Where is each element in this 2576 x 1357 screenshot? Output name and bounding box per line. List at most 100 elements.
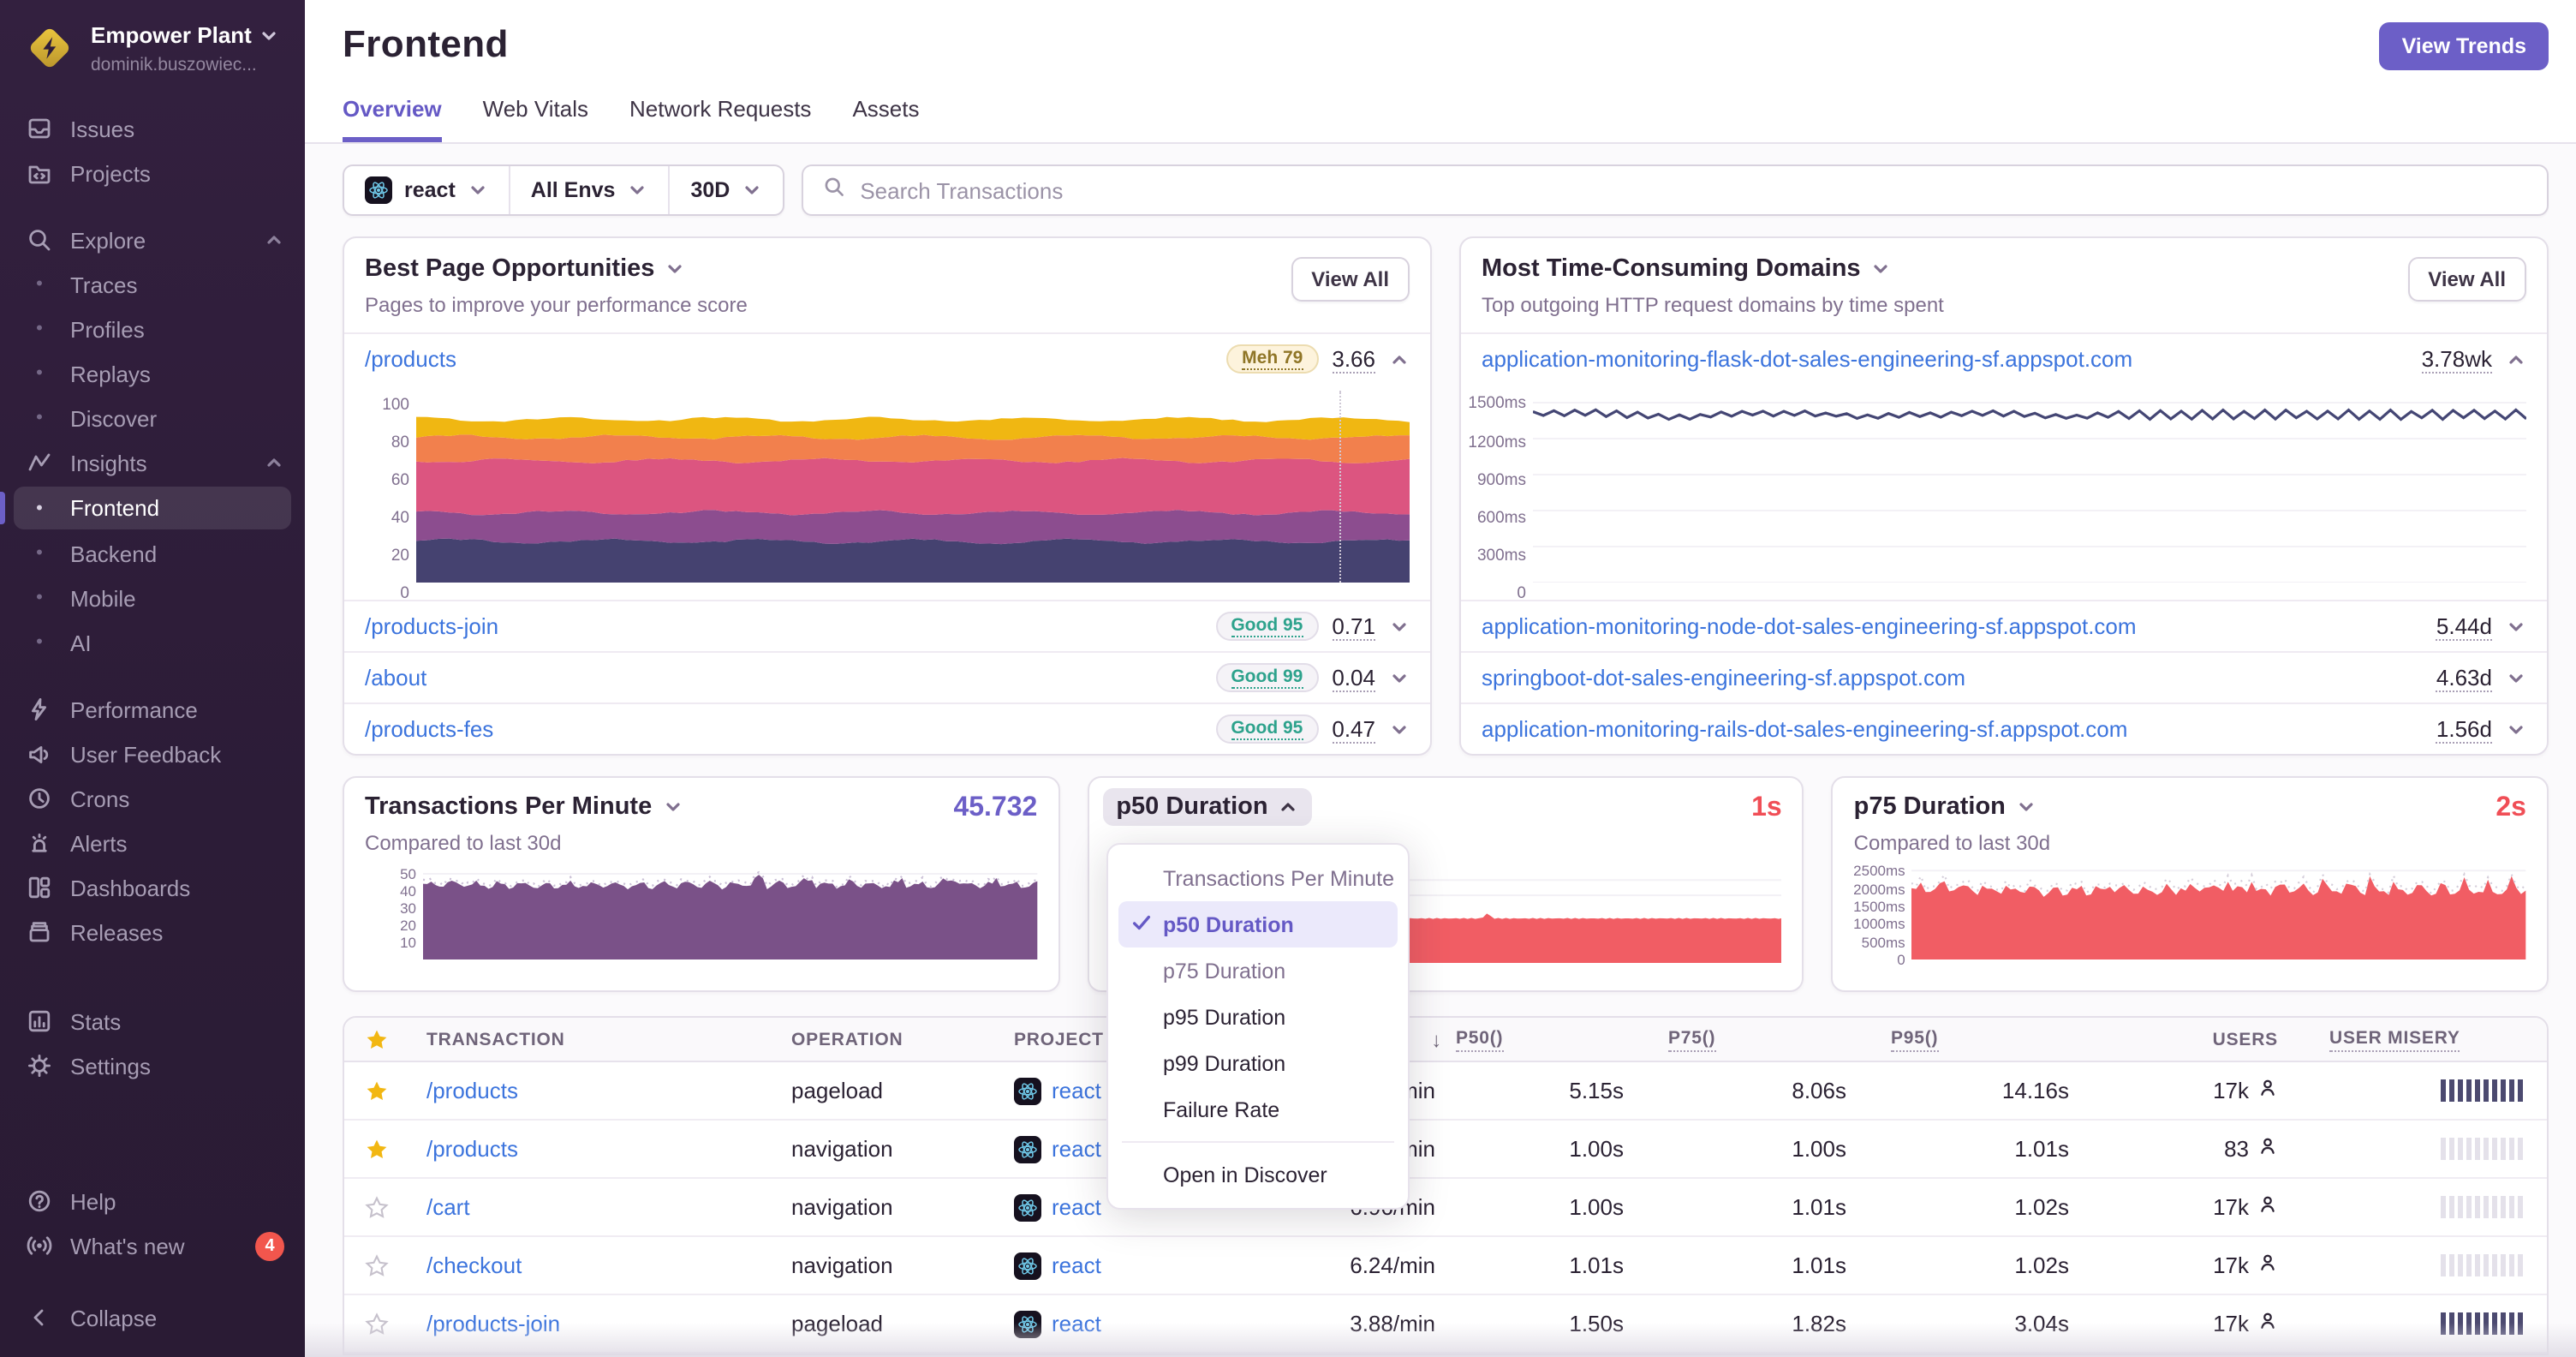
org-switcher[interactable]: Empower Plant dominik.buszowiec... — [0, 0, 305, 106]
menu-item-p99-duration[interactable]: p99 Duration — [1118, 1040, 1398, 1086]
p50-cell: 1.01s — [1569, 1252, 1624, 1278]
user-icon — [2257, 1252, 2278, 1278]
sidebar-item-help[interactable]: Help — [0, 1179, 305, 1223]
sidebar-item-insights[interactable]: Insights — [0, 440, 305, 485]
view-trends-button[interactable]: View Trends — [2379, 22, 2549, 70]
menu-item-transactions-per-minute[interactable]: Transactions Per Minute — [1118, 855, 1398, 901]
chevron-down-icon[interactable] — [665, 259, 685, 279]
star-column-header[interactable] — [344, 1027, 409, 1051]
view-all-button[interactable]: View All — [2407, 257, 2526, 302]
tab-assets[interactable]: Assets — [852, 96, 919, 142]
environment-filter[interactable]: All Envs — [510, 166, 671, 214]
sidebar-item-whats-new[interactable]: What's new 4 — [0, 1223, 305, 1268]
sidebar-item-settings[interactable]: Settings — [0, 1043, 305, 1088]
menu-item-open-in-discover[interactable]: Open in Discover — [1118, 1151, 1398, 1198]
star-toggle[interactable] — [344, 1253, 409, 1277]
bullet-icon: • — [36, 408, 43, 428]
column-label: USER MISERY — [2329, 1027, 2460, 1051]
sidebar-item-ai[interactable]: • AI — [0, 620, 305, 665]
sidebar-item-profiles[interactable]: • Profiles — [0, 307, 305, 351]
transactions-table: TRANSACTION OPERATION PROJECT ↓ P50() P75() P9… — [343, 1016, 2549, 1355]
column-header-p95[interactable]: P95() — [1857, 1027, 2079, 1051]
domain-link[interactable]: application-monitoring-rails-dot-sales-e… — [1482, 716, 2127, 742]
column-header-p50[interactable]: P50() — [1446, 1027, 1634, 1051]
sidebar-item-replays[interactable]: • Replays — [0, 351, 305, 396]
transaction-link[interactable]: /products — [426, 1136, 518, 1162]
sidebar-item-releases[interactable]: Releases — [0, 910, 305, 954]
page-link[interactable]: /about — [365, 665, 426, 690]
page-link[interactable]: /products-join — [365, 613, 498, 639]
column-label: P50() — [1456, 1027, 1504, 1051]
sidebar-item-collapse[interactable]: Collapse — [0, 1295, 305, 1340]
column-header-transaction[interactable]: TRANSACTION — [409, 1029, 760, 1049]
date-range-filter[interactable]: 30D — [670, 166, 783, 214]
menu-item-p50-duration[interactable]: p50 Duration — [1118, 901, 1398, 948]
sidebar-item-performance[interactable]: Performance — [0, 687, 305, 732]
p75-value: 2s — [2496, 793, 2526, 822]
menu-item-failure-rate[interactable]: Failure Rate — [1118, 1086, 1398, 1133]
domain-link[interactable]: springboot-dot-sales-engineering-sf.apps… — [1482, 665, 1965, 690]
transaction-link[interactable]: /cart — [426, 1194, 470, 1220]
column-header-users[interactable]: USERS — [2079, 1029, 2288, 1049]
chevron-down-icon[interactable] — [2016, 797, 2036, 817]
expand-row-icon[interactable] — [2506, 719, 2526, 739]
expand-row-icon[interactable] — [2506, 616, 2526, 637]
sidebar-item-label: User Feedback — [70, 741, 222, 767]
domain-link[interactable]: application-monitoring-flask-dot-sales-e… — [1482, 346, 2132, 372]
expand-row-icon[interactable] — [2506, 667, 2526, 688]
chevron-down-icon[interactable] — [662, 797, 683, 817]
tab-network-requests[interactable]: Network Requests — [629, 96, 811, 142]
sidebar-item-alerts[interactable]: Alerts — [0, 821, 305, 865]
chevron-down-icon[interactable] — [1871, 259, 1892, 279]
transaction-link[interactable]: /products-join — [426, 1311, 560, 1336]
project-link[interactable]: react — [1052, 1078, 1101, 1103]
search-input[interactable] — [860, 177, 2528, 203]
metric-select-button[interactable]: p50 Duration — [1102, 788, 1313, 826]
star-toggle[interactable] — [344, 1312, 409, 1336]
project-link[interactable]: react — [1052, 1136, 1101, 1162]
sidebar-item-projects[interactable]: Projects — [0, 151, 305, 195]
column-header-user-misery[interactable]: USER MISERY — [2288, 1027, 2547, 1051]
project-link[interactable]: react — [1052, 1311, 1101, 1336]
page-link[interactable]: /products-fes — [365, 716, 493, 742]
page-link[interactable]: /products — [365, 346, 456, 372]
star-toggle[interactable] — [344, 1195, 409, 1219]
project-link[interactable]: react — [1052, 1194, 1101, 1220]
sidebar-item-label: Crons — [70, 786, 130, 811]
sidebar-item-mobile[interactable]: • Mobile — [0, 576, 305, 620]
sidebar-item-backend[interactable]: • Backend — [0, 531, 305, 576]
project-link[interactable]: react — [1052, 1252, 1101, 1278]
sidebar-item-issues[interactable]: Issues — [0, 106, 305, 151]
transaction-link[interactable]: /products — [426, 1078, 518, 1103]
sidebar-item-frontend[interactable]: • Frontend — [0, 487, 291, 529]
transaction-link[interactable]: /checkout — [426, 1252, 522, 1278]
star-toggle[interactable] — [344, 1137, 409, 1161]
menu-item-p75-duration[interactable]: p75 Duration — [1118, 948, 1398, 994]
metric-dropdown-menu: Transactions Per Minute p50 Duration p75 D… — [1106, 843, 1410, 1210]
expand-row-icon[interactable] — [1389, 667, 1410, 688]
list-item: application-monitoring-node-dot-sales-en… — [1461, 600, 2547, 651]
column-header-operation[interactable]: OPERATION — [760, 1029, 980, 1049]
sidebar-item-user-feedback[interactable]: User Feedback — [0, 732, 305, 776]
view-all-button[interactable]: View All — [1291, 257, 1410, 302]
domain-link[interactable]: application-monitoring-node-dot-sales-en… — [1482, 613, 2137, 639]
star-toggle[interactable] — [344, 1079, 409, 1103]
sidebar-item-crons[interactable]: Crons — [0, 776, 305, 821]
expand-row-icon[interactable] — [1389, 616, 1410, 637]
tab-overview[interactable]: Overview — [343, 96, 442, 142]
collapse-row-icon[interactable] — [2506, 349, 2526, 369]
sidebar-item-discover[interactable]: • Discover — [0, 396, 305, 440]
expand-row-icon[interactable] — [1389, 719, 1410, 739]
sidebar-item-stats[interactable]: Stats — [0, 999, 305, 1043]
collapse-row-icon[interactable] — [1389, 349, 1410, 369]
sidebar-item-dashboards[interactable]: Dashboards — [0, 865, 305, 910]
stats-icon — [26, 1007, 53, 1035]
sidebar-item-explore[interactable]: Explore — [0, 218, 305, 262]
sidebar-item-traces[interactable]: • Traces — [0, 262, 305, 307]
project-filter[interactable]: react — [344, 166, 510, 214]
column-header-p75[interactable]: P75() — [1634, 1027, 1857, 1051]
menu-item-p95-duration[interactable]: p95 Duration — [1118, 994, 1398, 1040]
domain-duration-chart — [1533, 391, 2526, 583]
sidebar-item-label: Backend — [70, 541, 158, 566]
tab-web-vitals[interactable]: Web Vitals — [483, 96, 588, 142]
